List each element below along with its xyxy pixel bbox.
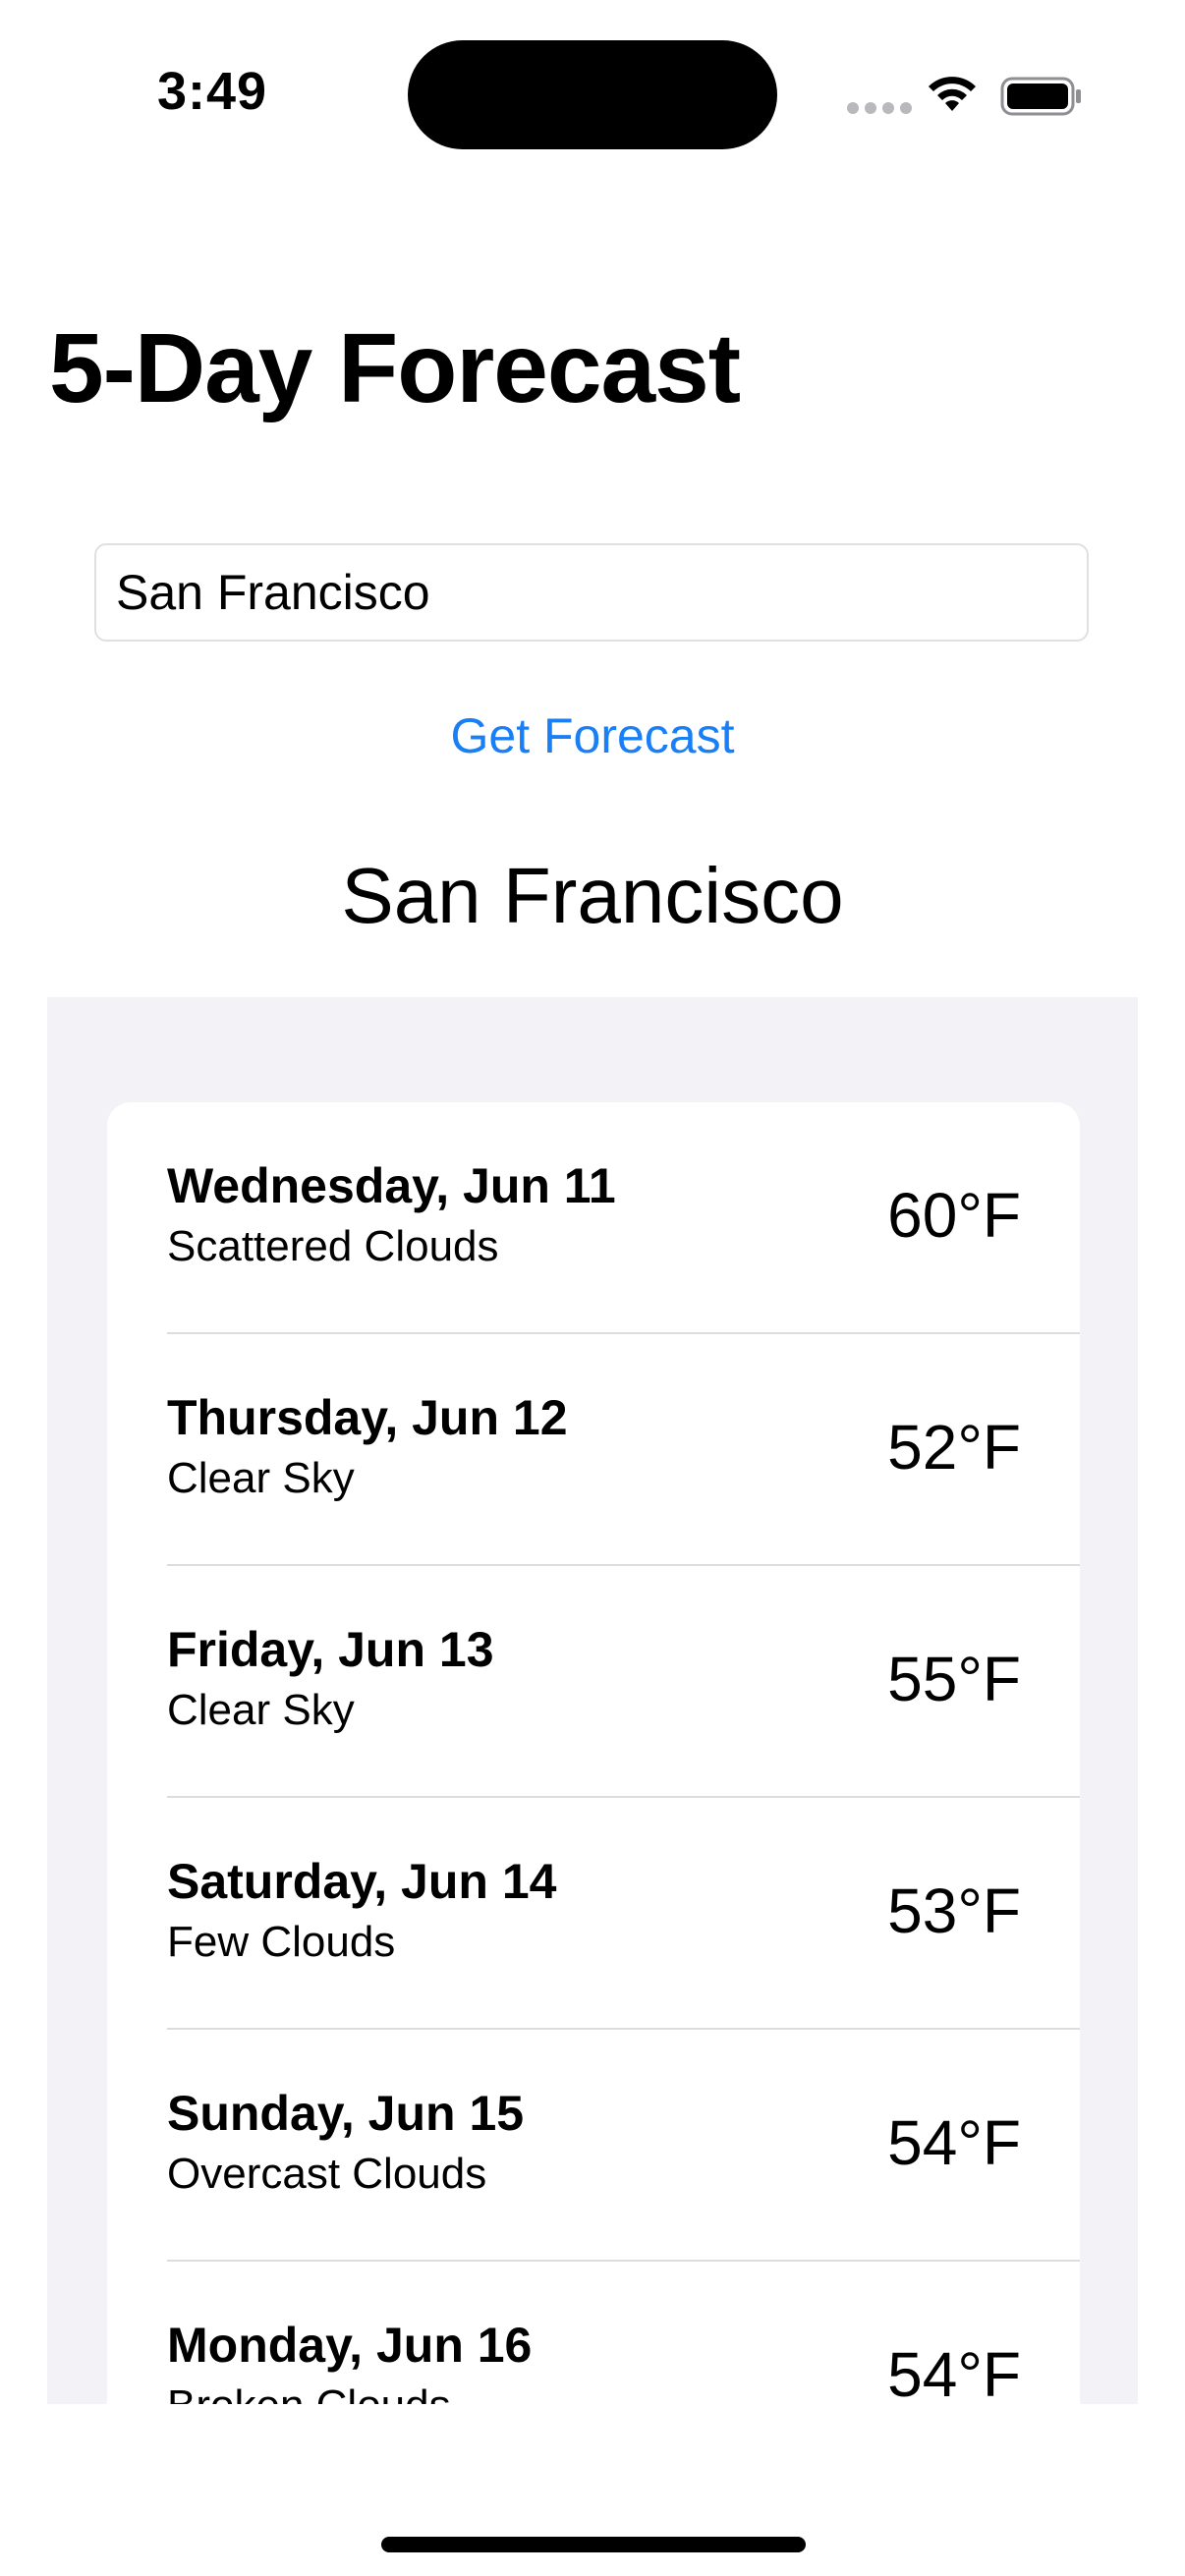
forecast-date: Sunday, Jun 15 (167, 2086, 525, 2141)
dynamic-island (408, 40, 777, 149)
forecast-row[interactable]: Monday, Jun 16 Broken Clouds 54°F (107, 2262, 1080, 2404)
forecast-temperature: 54°F (887, 2339, 1021, 2404)
forecast-condition: Clear Sky (167, 1686, 355, 1734)
status-time: 3:49 (157, 62, 268, 121)
forecast-date: Monday, Jun 16 (167, 2318, 533, 2373)
forecast-row[interactable]: Thursday, Jun 12 Clear Sky 52°F (107, 1334, 1080, 1566)
forecast-condition: Broken Clouds (167, 2381, 451, 2404)
forecast-row[interactable]: Friday, Jun 13 Clear Sky 55°F (107, 1566, 1080, 1798)
forecast-card: Wednesday, Jun 11 Scattered Clouds 60°F … (107, 1102, 1080, 2404)
city-heading: San Francisco (341, 852, 844, 939)
forecast-condition: Clear Sky (167, 1454, 355, 1502)
city-search-input[interactable] (94, 543, 1089, 642)
forecast-date: Thursday, Jun 12 (167, 1390, 568, 1445)
forecast-row[interactable]: Saturday, Jun 14 Few Clouds 53°F (107, 1798, 1080, 2030)
forecast-temperature: 54°F (887, 2107, 1021, 2178)
get-forecast-button[interactable]: Get Forecast (0, 707, 1185, 764)
forecast-condition: Few Clouds (167, 1918, 396, 1966)
status-bar: 3:49 (0, 0, 1185, 187)
cellular-dots-icon (847, 102, 912, 114)
forecast-date: Friday, Jun 13 (167, 1622, 494, 1677)
forecast-temperature: 60°F (887, 1180, 1021, 1251)
home-indicator[interactable] (381, 2537, 806, 2552)
forecast-date: Wednesday, Jun 11 (167, 1158, 616, 1213)
forecast-condition: Overcast Clouds (167, 2150, 487, 2198)
wifi-icon (929, 77, 976, 111)
forecast-row[interactable]: Wednesday, Jun 11 Scattered Clouds 60°F (107, 1102, 1080, 1334)
forecast-temperature: 53°F (887, 1876, 1021, 1946)
battery-icon (1000, 77, 1081, 116)
forecast-row[interactable]: Sunday, Jun 15 Overcast Clouds 54°F (107, 2030, 1080, 2262)
page-title: 5-Day Forecast (49, 313, 741, 423)
forecast-date: Saturday, Jun 14 (167, 1854, 557, 1909)
forecast-temperature: 55°F (887, 1644, 1021, 1714)
forecast-condition: Scattered Clouds (167, 1222, 499, 1270)
forecast-list[interactable]: Wednesday, Jun 11 Scattered Clouds 60°F … (47, 997, 1138, 2404)
forecast-temperature: 52°F (887, 1412, 1021, 1483)
